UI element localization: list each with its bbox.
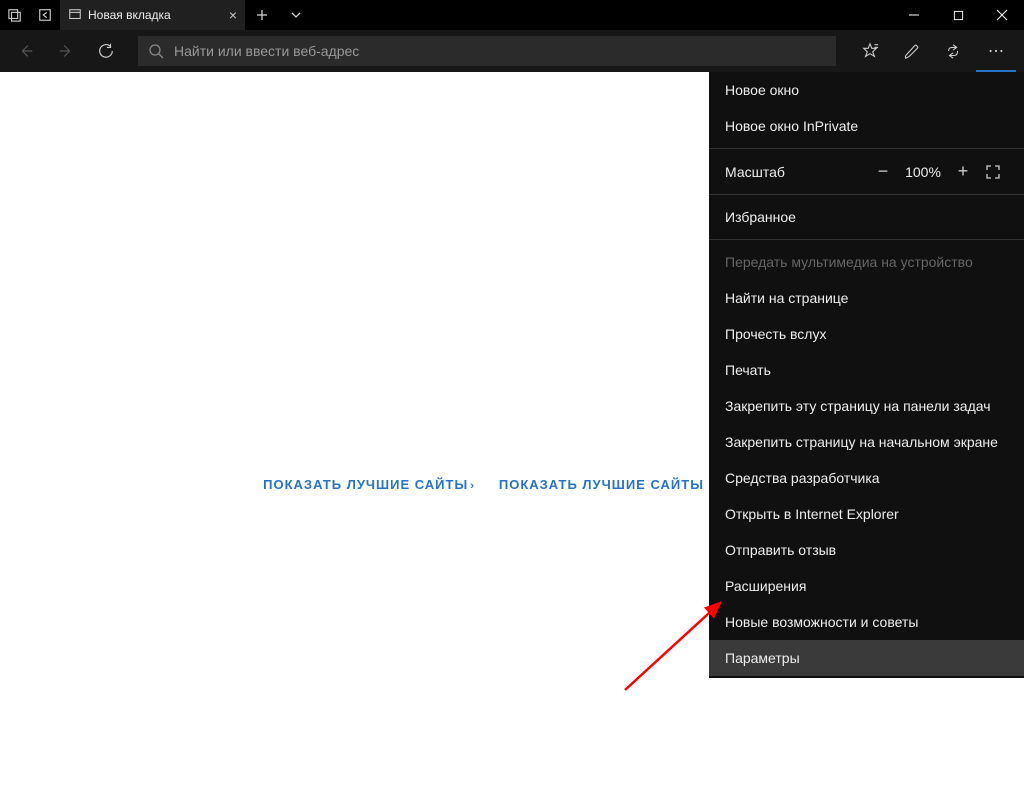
show-top-sites-link[interactable]: ПОКАЗАТЬ ЛУЧШИЕ САЙТЫ› [263,477,475,492]
forward-button[interactable] [48,33,84,69]
tab-title: Новая вкладка [88,8,171,22]
menu-new-inprivate[interactable]: Новое окно InPrivate [709,108,1024,144]
close-tab-icon[interactable]: × [229,7,237,23]
set-aside-icon[interactable] [30,0,60,30]
settings-menu: Новое окно Новое окно InPrivate Масштаб … [709,72,1024,678]
menu-whats-new[interactable]: Новые возможности и советы [709,604,1024,640]
close-window-button[interactable] [980,0,1024,30]
menu-separator [709,194,1024,195]
fullscreen-button[interactable] [978,165,1008,179]
menu-settings[interactable]: Параметры [709,640,1024,676]
tab-active[interactable]: Новая вкладка × [60,0,245,30]
favorites-hub-button[interactable] [850,33,890,69]
page-icon [68,8,82,22]
menu-separator [709,148,1024,149]
zoom-value: 100% [898,164,948,180]
share-button[interactable] [934,33,974,69]
menu-separator [709,239,1024,240]
search-icon [148,43,164,59]
menu-new-window[interactable]: Новое окно [709,72,1024,108]
minimize-button[interactable] [892,0,936,30]
tab-dropdown-button[interactable] [279,0,313,30]
menu-find-on-page[interactable]: Найти на странице [709,280,1024,316]
titlebar: Новая вкладка × [0,0,1024,30]
address-bar[interactable]: Найти или ввести веб-адрес [138,36,836,66]
zoom-in-button[interactable]: + [948,161,978,182]
menu-pin-taskbar[interactable]: Закрепить эту страницу на панели задач [709,388,1024,424]
menu-read-aloud[interactable]: Прочесть вслух [709,316,1024,352]
menu-extensions[interactable]: Расширения [709,568,1024,604]
menu-open-ie[interactable]: Открыть в Internet Explorer [709,496,1024,532]
toolbar: Найти или ввести веб-адрес [0,30,1024,72]
new-tab-button[interactable] [245,0,279,30]
menu-dev-tools[interactable]: Средства разработчика [709,460,1024,496]
menu-cast-media: Передать мультимедиа на устройство [709,244,1024,280]
menu-print[interactable]: Печать [709,352,1024,388]
refresh-button[interactable] [88,33,124,69]
address-placeholder: Найти или ввести веб-адрес [174,43,359,59]
back-button[interactable] [8,33,44,69]
menu-favorites[interactable]: Избранное [709,199,1024,235]
menu-zoom: Масштаб − 100% + [709,153,1024,190]
zoom-out-button[interactable]: − [868,161,898,182]
maximize-button[interactable] [936,0,980,30]
chevron-right-icon: › [470,480,475,492]
menu-pin-start[interactable]: Закрепить страницу на начальном экране [709,424,1024,460]
menu-feedback[interactable]: Отправить отзыв [709,532,1024,568]
window-controls [892,0,1024,30]
notes-button[interactable] [892,33,932,69]
more-button[interactable] [976,33,1016,69]
tab-aside-icon[interactable] [0,0,30,30]
zoom-label: Масштаб [725,164,868,180]
